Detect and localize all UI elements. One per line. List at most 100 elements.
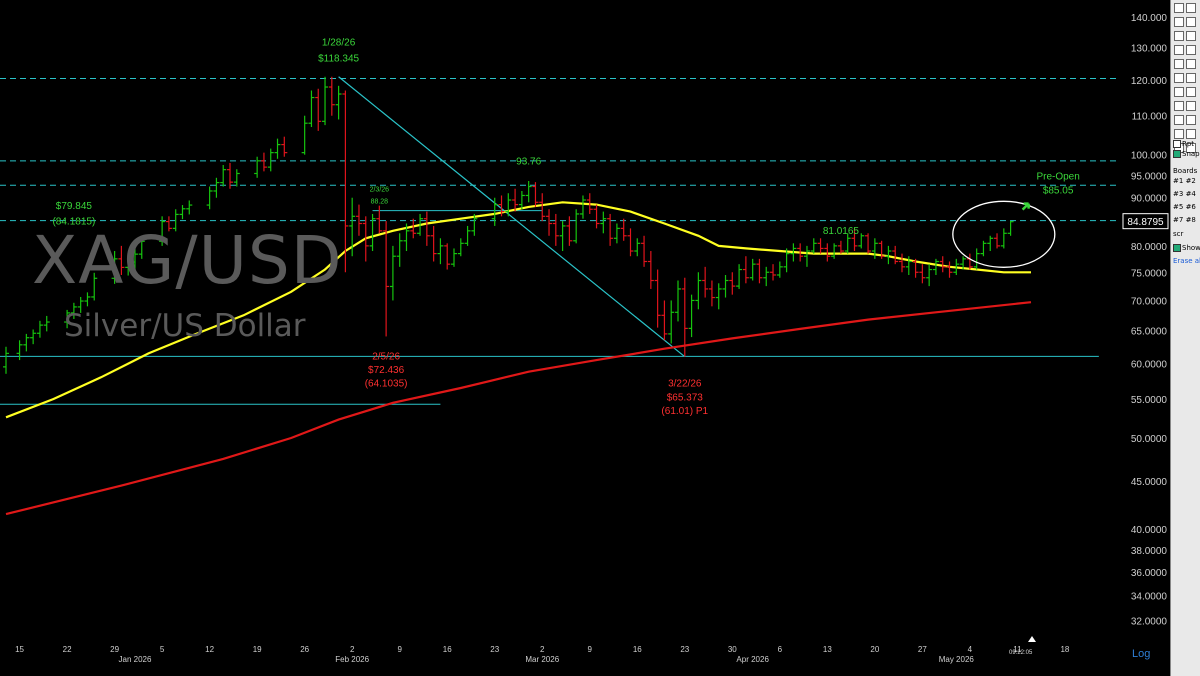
board-6[interactable]: #6 <box>1186 203 1196 211</box>
log-scale-toggle[interactable]: Log <box>1132 648 1150 660</box>
board-4[interactable]: #4 <box>1186 190 1196 198</box>
text-tool-icon[interactable] <box>1174 115 1184 125</box>
fan-tool-icon[interactable] <box>1174 73 1184 83</box>
description-watermark: Silver/US Dollar <box>64 308 306 344</box>
rectangle-tool-icon[interactable] <box>1186 129 1196 139</box>
y-tick-label: 36.0000 <box>1131 568 1168 579</box>
chart-annotation: 88.28 <box>371 199 389 206</box>
board-row-1: #1 #2 <box>1173 177 1196 185</box>
arrow-tool-icon[interactable] <box>1186 17 1196 27</box>
time-readout: 09:22:05 <box>1009 650 1033 656</box>
wave-tool-icon[interactable] <box>1186 73 1196 83</box>
y-tick-label: 120.000 <box>1131 76 1168 87</box>
snap-label: Snap <box>1182 150 1200 158</box>
x-tick-label: 13 <box>823 645 832 654</box>
board-1[interactable]: #1 <box>1173 177 1183 185</box>
crosshair-tool-icon[interactable] <box>1174 101 1184 111</box>
chart-annotation: 2/5/26 <box>372 351 400 362</box>
board-8[interactable]: #8 <box>1186 216 1196 224</box>
month-label: Apr 2026 <box>736 655 769 664</box>
x-tick-label: 9 <box>588 645 593 654</box>
y-tick-label: 34.0000 <box>1131 592 1168 603</box>
chart-annotation: (61.01) P1 <box>661 406 708 417</box>
show-option[interactable]: Show <box>1173 244 1200 252</box>
chart-annotation: 93.76 <box>516 157 541 168</box>
drawing-tools-grid <box>1173 2 1199 156</box>
measure-tool-icon[interactable] <box>1186 101 1196 111</box>
y-tick-label: 32.0000 <box>1131 616 1168 627</box>
y-tick-label: 100.000 <box>1131 151 1168 162</box>
y-tick-label: 95.0000 <box>1131 172 1168 183</box>
hline-tool-icon[interactable] <box>1174 87 1184 97</box>
y-tick-label: 50.0000 <box>1131 434 1168 445</box>
x-tick-label: 20 <box>870 645 879 654</box>
y-tick-label: 75.0000 <box>1131 268 1168 279</box>
grid-tool-icon[interactable] <box>1174 45 1184 55</box>
show-checkbox-icon[interactable] <box>1173 244 1181 252</box>
trendline-tool-icon[interactable] <box>1174 3 1184 13</box>
show-label: Show <box>1182 244 1200 252</box>
snap-option[interactable]: Snap <box>1173 150 1200 158</box>
channel-tool-icon[interactable] <box>1174 17 1184 27</box>
y-tick-label: 40.0000 <box>1131 525 1168 536</box>
chart-annotation: $118.345 <box>318 54 359 65</box>
x-tick-label: 27 <box>918 645 927 654</box>
x-tick-label: 2 <box>350 645 355 654</box>
x-tick-label: 12 <box>205 645 214 654</box>
gann-tool-icon[interactable] <box>1186 31 1196 41</box>
x-tick-label: 26 <box>300 645 309 654</box>
y-tick-label: 110.000 <box>1132 112 1168 123</box>
chart-annotation: 1/28/26 <box>322 38 356 49</box>
scr-label: scr <box>1173 230 1184 238</box>
boards-label: Boards <box>1173 167 1198 175</box>
y-tick-label: 65.0000 <box>1131 327 1168 338</box>
x-tick-label: 2 <box>540 645 545 654</box>
fib-tool-icon[interactable] <box>1174 31 1184 41</box>
snap-checkbox-icon[interactable] <box>1173 150 1181 158</box>
x-tick-label: 16 <box>633 645 642 654</box>
repeat-label: Rpt <box>1182 140 1195 148</box>
x-tick-label: 6 <box>778 645 783 654</box>
repeat-option[interactable]: Rpt <box>1173 140 1194 148</box>
symbol-watermark: XAG/USD <box>32 222 343 299</box>
board-3[interactable]: #3 <box>1173 190 1183 198</box>
board-7[interactable]: #7 <box>1173 216 1183 224</box>
zigzag-tool-icon[interactable] <box>1186 59 1196 69</box>
y-tick-label: 140.000 <box>1131 13 1168 24</box>
month-label: Mar 2026 <box>525 655 559 664</box>
x-tick-label: 15 <box>15 645 24 654</box>
board-row-2: #3 #4 <box>1173 190 1196 198</box>
vline-tool-icon[interactable] <box>1186 87 1196 97</box>
month-label: May 2026 <box>939 655 975 664</box>
x-tick-label: 22 <box>63 645 72 654</box>
pitchfork-tool-icon[interactable] <box>1186 45 1196 55</box>
current-price-label: 84.8795 <box>1127 217 1164 228</box>
ray-tool-icon[interactable] <box>1186 3 1196 13</box>
x-tick-label: 19 <box>253 645 262 654</box>
chart-annotation: Pre-Open <box>1036 172 1079 183</box>
x-tick-label: 18 <box>1060 645 1069 654</box>
circle-tool-icon[interactable] <box>1174 129 1184 139</box>
y-tick-label: 130.000 <box>1131 43 1168 54</box>
x-tick-label: 23 <box>680 645 689 654</box>
y-tick-label: 45.0000 <box>1131 477 1168 488</box>
board-5[interactable]: #5 <box>1173 203 1183 211</box>
chart-annotation: $85.05 <box>1043 186 1074 197</box>
erase-all-button[interactable]: Erase all <box>1173 257 1200 265</box>
y-tick-label: 60.0000 <box>1131 359 1168 370</box>
repeat-checkbox-icon[interactable] <box>1173 140 1181 148</box>
chart-annotation: 2/3/26 <box>370 186 390 193</box>
y-tick-label: 70.0000 <box>1131 296 1168 307</box>
cycle-tool-icon[interactable] <box>1174 59 1184 69</box>
month-label: Jan 2026 <box>119 655 152 664</box>
x-tick-label: 30 <box>728 645 737 654</box>
y-tick-label: 90.0000 <box>1131 194 1168 205</box>
note-tool-icon[interactable] <box>1186 115 1196 125</box>
board-2[interactable]: #2 <box>1186 177 1196 185</box>
chart-annotation: (64.1035) <box>365 379 408 390</box>
x-tick-label: 9 <box>397 645 402 654</box>
chart-annotation: $72.436 <box>368 365 405 376</box>
x-tick-label: 29 <box>110 645 119 654</box>
board-row-4: #7 #8 <box>1173 216 1196 224</box>
board-row-3: #5 #6 <box>1173 203 1196 211</box>
